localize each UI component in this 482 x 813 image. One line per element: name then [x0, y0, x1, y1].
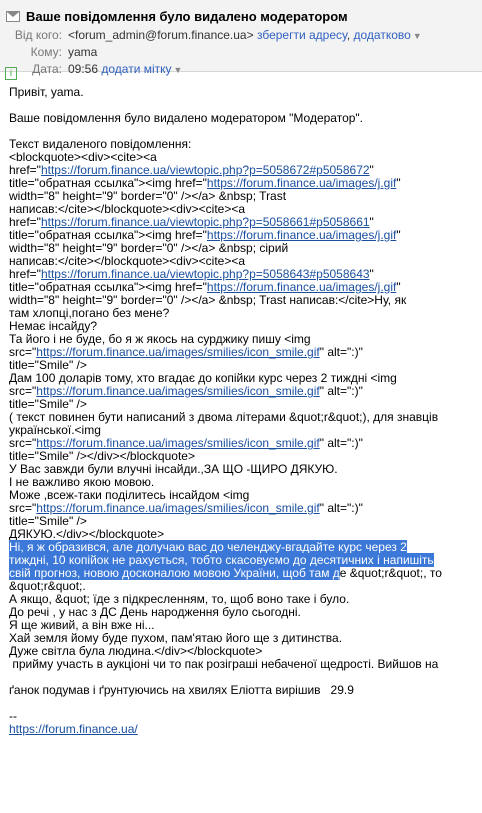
forum-link[interactable]: https://forum.finance.ua/images/smilies/… [36, 384, 319, 398]
add-tag-link[interactable]: додати мітку [101, 62, 171, 76]
sender-address[interactable]: <forum_admin@forum.finance.ua> [68, 28, 254, 42]
message-header: Ваше повідомлення було видалено модерато… [0, 0, 482, 80]
selected-text-line[interactable]: Ні, я ж образився, але долучаю вас до че… [9, 540, 407, 554]
from-label: Від кого: [14, 27, 62, 42]
forum-link[interactable]: https://forum.finance.ua/images/j.gif [207, 176, 396, 190]
forum-link[interactable]: https://forum.finance.ua/images/smilies/… [36, 345, 319, 359]
save-address-link[interactable]: зберегти адресу [257, 28, 347, 42]
forum-link[interactable]: https://forum.finance.ua/viewtopic.php?p… [41, 215, 370, 229]
signature-link[interactable]: https://forum.finance.ua/ [9, 722, 138, 736]
chevron-down-icon[interactable]: ▼ [413, 31, 422, 41]
forum-link[interactable]: https://forum.finance.ua/viewtopic.php?p… [41, 267, 370, 281]
selected-text-line[interactable]: свій прогноз, новою досконалою мовою Укр… [9, 566, 340, 580]
forum-link[interactable]: https://forum.finance.ua/images/smilies/… [36, 501, 319, 515]
forum-link[interactable]: https://forum.finance.ua/images/j.gif [207, 280, 396, 294]
date-value: 09:56 [68, 61, 99, 76]
selected-text-block[interactable]: Ні, я ж образився, але долучаю вас до че… [9, 540, 472, 580]
to-row: Кому: yama [6, 43, 476, 60]
forum-link[interactable]: https://forum.finance.ua/images/smilies/… [36, 436, 319, 450]
text-line: прийму участь в аукціоні чи то пак розіг… [9, 657, 439, 671]
selected-text-line[interactable]: тиждні, 10 копійок не рахується, тобто с… [9, 553, 434, 567]
additional-link[interactable]: додатково [354, 28, 411, 42]
notice-text: Ваше повідомлення було видалено модерато… [9, 111, 364, 125]
to-label: Кому: [30, 44, 62, 59]
envelope-icon [6, 10, 20, 22]
date-row: Дата: 09:56 додати мітку ▼ [6, 60, 476, 77]
greeting: Привіт, yama. [9, 85, 84, 99]
forum-link[interactable]: https://forum.finance.ua/images/j.gif [207, 228, 396, 242]
forum-link[interactable]: https://forum.finance.ua/viewtopic.php?p… [41, 163, 370, 177]
security-info-icon[interactable]: i [5, 67, 17, 80]
from-row: Від кого: <forum_admin@forum.finance.ua>… [6, 26, 476, 43]
last-line: ґанок подумав і ґрунтуючись на хвилях Ел… [9, 683, 354, 697]
recipient[interactable]: yama [68, 45, 97, 59]
message-subject: Ваше повідомлення було видалено модерато… [26, 8, 348, 24]
deleted-text-block: Текст видаленого повідомлення: <blockquot… [9, 138, 472, 541]
chevron-down-icon[interactable]: ▼ [174, 65, 183, 75]
message-body: Привіт, yama. Ваше повідомлення було вид… [0, 72, 482, 736]
text-line: е &quot;r&quot;, то [339, 566, 442, 580]
subject-row: Ваше повідомлення було видалено модерато… [6, 6, 476, 26]
after-text-block: &quot;r&quot;. А якщо, &quot; їде з підкр… [9, 580, 472, 671]
